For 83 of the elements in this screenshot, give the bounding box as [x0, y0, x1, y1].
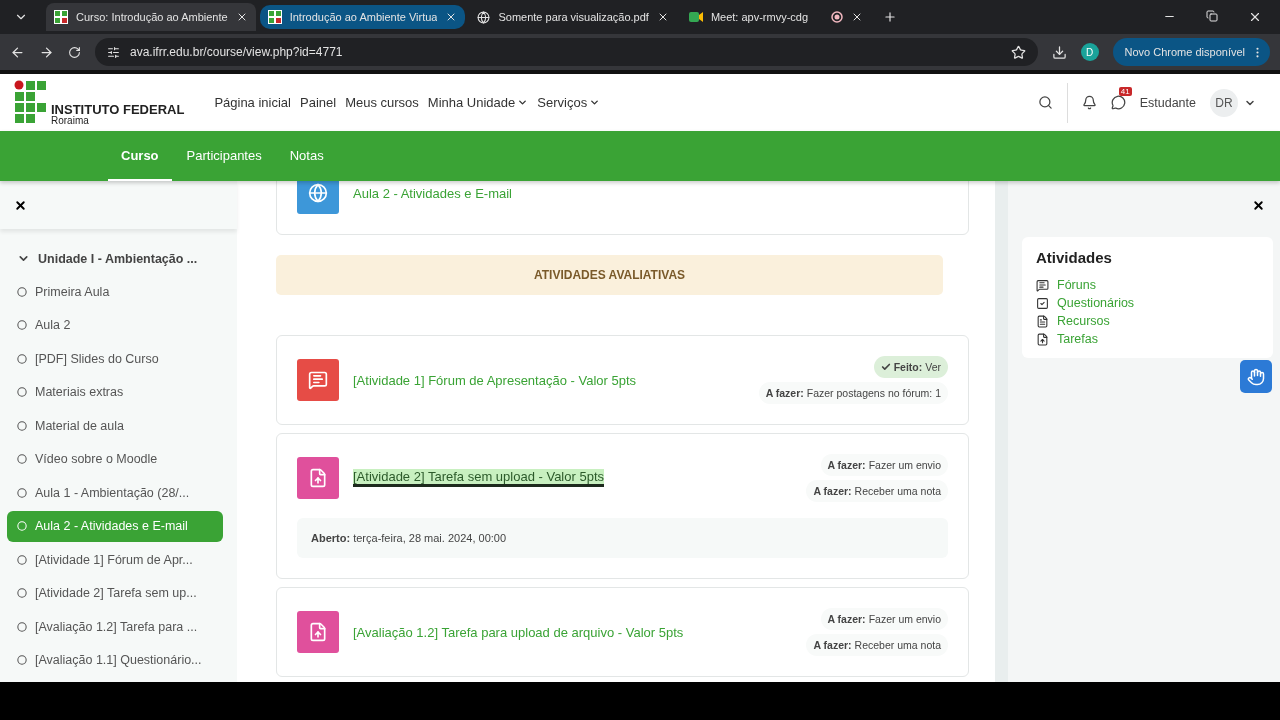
browser-tab[interactable]: Curso: Introdução ao Ambiente [46, 3, 256, 31]
sidebar-item[interactable]: [Avaliação 1.1] Questionário... [7, 644, 223, 676]
logo-icon [14, 79, 47, 126]
circle-icon [17, 286, 27, 297]
circle-icon [17, 454, 27, 464]
nav-link[interactable]: Minha Unidade [427, 95, 529, 110]
sidebar-item[interactable]: Materiais extras [7, 376, 223, 408]
url-text: ava.ifrr.edu.br/course/view.php?id=4771 [130, 45, 343, 59]
section-toggle[interactable]: Unidade I - Ambientação ... [17, 243, 223, 274]
circle-icon [17, 387, 27, 397]
sidebar-item[interactable]: Material de aula [7, 410, 223, 441]
recording-icon [830, 11, 843, 23]
completion-pill: A fazer: Fazer postagens no fórum: 1 [758, 382, 948, 404]
hand-icon [1247, 367, 1265, 386]
completion-pill: A fazer: Fazer um envio [820, 454, 948, 476]
circle-icon [17, 588, 27, 598]
message-count: 41 [1118, 87, 1132, 96]
sidebar-item[interactable]: [Atividade 1] Fórum de Apr... [7, 544, 223, 575]
circle-icon [17, 554, 27, 565]
address-bar[interactable]: ava.ifrr.edu.br/course/view.php?id=4771 [95, 38, 1038, 66]
activity-link[interactable]: [Atividade 2] Tarefa sem upload - Valor 5pts [353, 469, 604, 487]
circle-icon [17, 655, 27, 665]
circle-icon [17, 621, 27, 632]
browser-tab[interactable]: Somente para visualização.pdf [469, 3, 677, 31]
browser-tab[interactable]: Meet: apv-rmvy-cdg [680, 3, 871, 31]
completion-pill: A fazer: Fazer um envio [820, 608, 948, 630]
nav-link[interactable]: Painel [300, 95, 337, 110]
browser-tab[interactable]: Introdução ao Ambiente Virtua [259, 5, 466, 29]
site-info-icon[interactable] [107, 45, 120, 59]
sidebar-item[interactable]: [Avaliação 1.2] Tarefa para ... [7, 611, 223, 642]
circle-icon [17, 353, 27, 364]
card-title: Atividades [1036, 249, 1113, 266]
logo-icon [267, 10, 282, 24]
close-icon[interactable] [14, 198, 27, 212]
bell-icon[interactable] [1081, 95, 1097, 110]
circle-icon [17, 420, 27, 431]
restore-icon[interactable] [1206, 10, 1218, 22]
caret-icon [517, 97, 529, 108]
sidebar-item[interactable]: Aula 2 [7, 309, 223, 341]
user-avatar[interactable]: DR [1210, 88, 1238, 117]
sidebar-item[interactable]: Aula 1 - Ambientação (28/... [7, 477, 223, 508]
sidebar-item[interactable]: Primeira Aula [7, 276, 223, 307]
circle-icon [17, 487, 27, 498]
date-info: Aberto: terça-feira, 28 mai. 2024, 00:00 [297, 518, 948, 558]
circle-icon [17, 521, 27, 531]
sidebar-item[interactable]: [PDF] Slides do Curso [7, 343, 223, 374]
accessibility-button[interactable] [1240, 360, 1272, 393]
document-icon [1036, 314, 1049, 328]
bookmark-star-icon[interactable] [1010, 44, 1026, 60]
caret-icon [589, 97, 601, 108]
sidebar-item[interactable]: Vídeo sobre o Moodle [7, 443, 223, 475]
completion-pill: A fazer: Receber uma nota [806, 480, 948, 502]
chat-icon[interactable] [1110, 95, 1126, 110]
circle-icon [17, 320, 27, 330]
globe-icon [477, 10, 491, 24]
logo-icon [54, 10, 68, 24]
forward-icon[interactable] [39, 44, 54, 60]
check-icon [880, 362, 891, 372]
completion-pill[interactable]: Feito: Ver [873, 356, 948, 378]
close-icon[interactable] [1248, 10, 1262, 24]
speech-bubble-icon [1036, 278, 1049, 292]
download-icon[interactable] [1051, 44, 1067, 60]
nav-link[interactable]: Página inicial [214, 95, 291, 110]
user-role: Estudante [1139, 95, 1196, 110]
close-icon[interactable] [1252, 198, 1265, 212]
back-icon[interactable] [10, 44, 25, 60]
reload-icon[interactable] [68, 45, 81, 59]
logo-subtitle: Roraima [51, 115, 90, 126]
nav-link[interactable]: Meus cursos [345, 95, 419, 110]
file-upload-icon [297, 611, 339, 653]
section-heading: ATIVIDADES AVALIATIVAS [276, 255, 943, 295]
file-upload-icon [1036, 332, 1049, 346]
speech-bubble-icon [297, 359, 339, 401]
logo-title: INSTITUTO FEDERAL [51, 102, 185, 116]
nav-link[interactable]: Serviços [537, 95, 601, 110]
sidebar-item[interactable]: [Atividade 2] Tarefa sem up... [7, 577, 223, 609]
search-icon[interactable] [1037, 95, 1053, 110]
camera-icon [688, 11, 703, 23]
file-upload-icon [297, 457, 339, 499]
update-button[interactable]: Novo Chrome disponível [1112, 38, 1270, 66]
checkbox-icon [1036, 296, 1049, 310]
completion-pill: A fazer: Receber uma nota [806, 634, 948, 656]
new-tab-icon[interactable] [882, 10, 897, 24]
